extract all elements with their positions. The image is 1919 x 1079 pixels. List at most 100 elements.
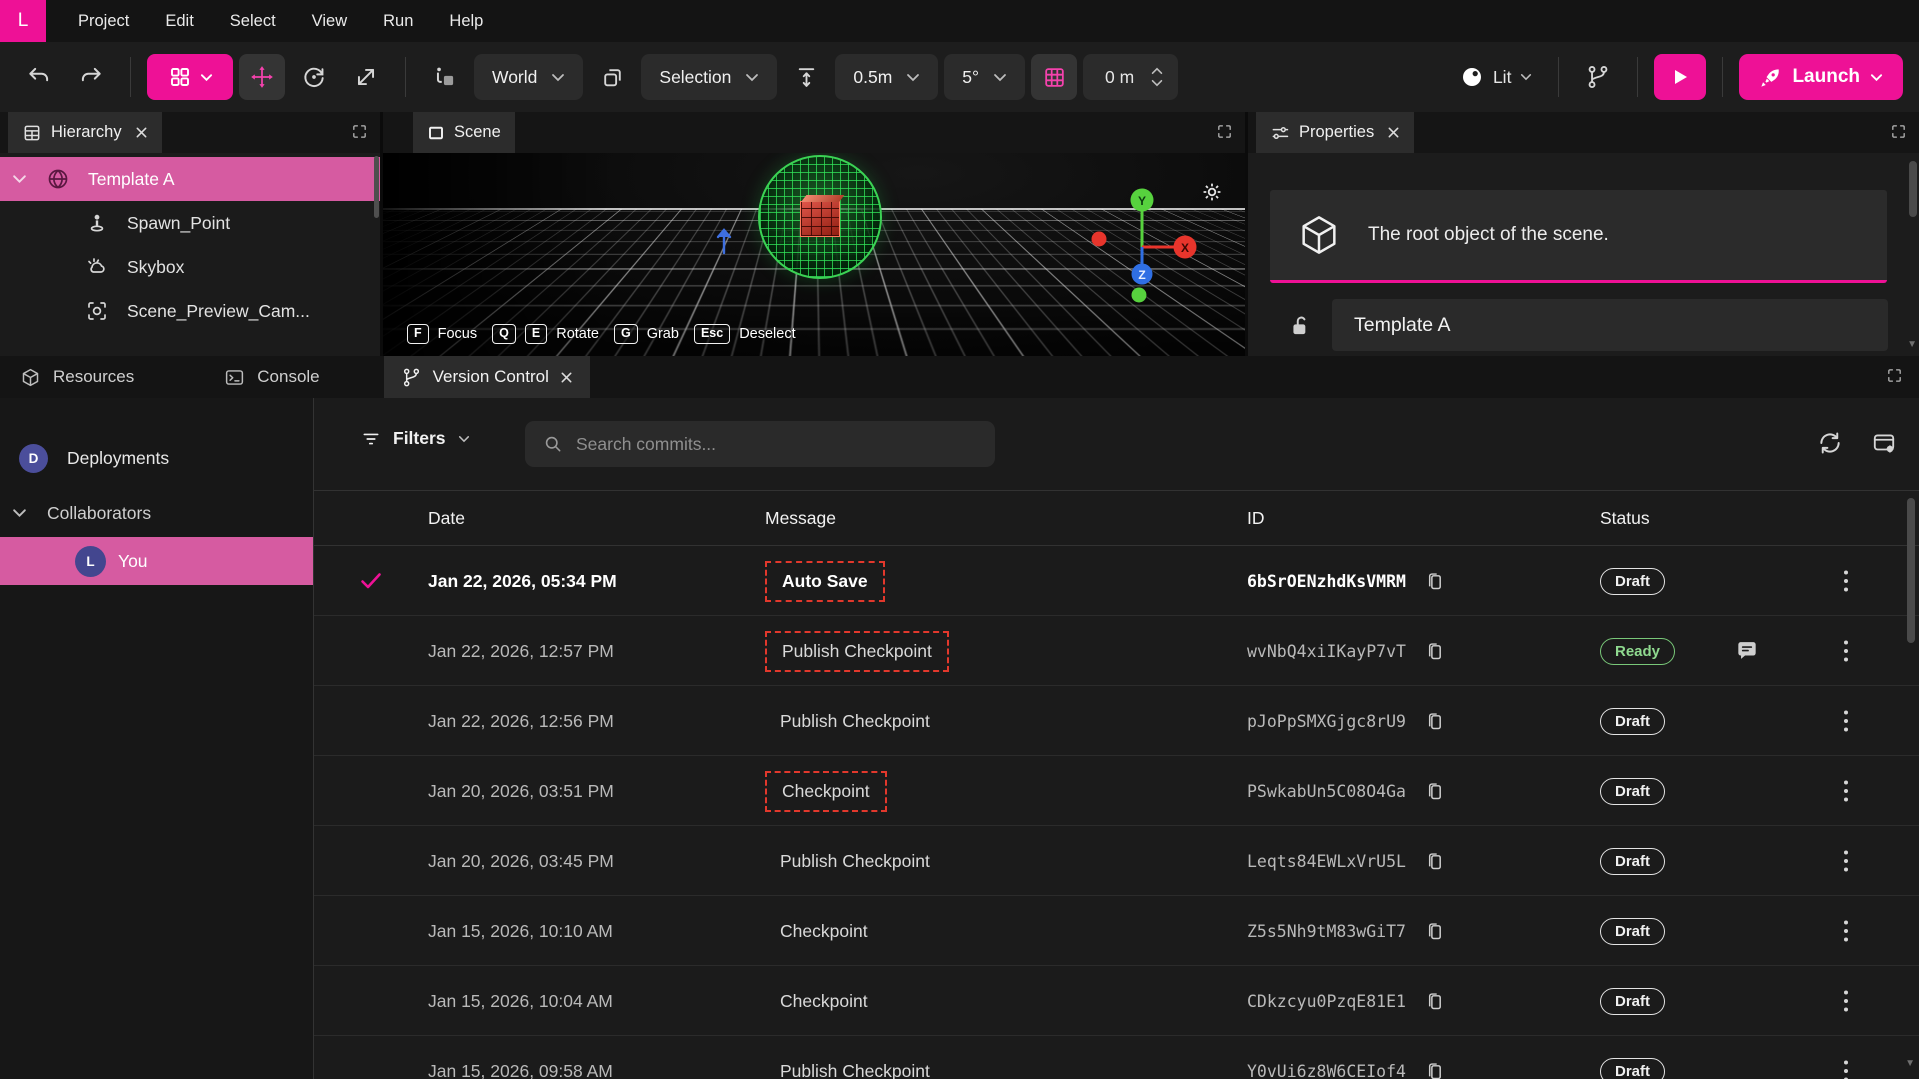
translate-gizmo-arrow[interactable] [713,225,735,255]
undo-button[interactable] [16,54,62,100]
search-commits-box[interactable] [525,421,995,467]
commit-row[interactable]: Jan 15, 2026, 10:04 AM Checkpoint CDkzcy… [314,966,1919,1036]
hierarchy-item-spawn-point[interactable]: Spawn_Point [0,201,380,245]
menu-project[interactable]: Project [60,0,147,42]
move-snap-dropdown[interactable]: 0.5m [835,54,938,100]
scrollbar-down-arrow[interactable]: ▼ [1907,339,1917,350]
menu-view[interactable]: View [294,0,365,42]
commit-message: Checkpoint [765,983,883,1020]
tab-resources[interactable]: Resources [0,367,154,388]
copy-id-button[interactable] [1424,921,1445,942]
app-logo[interactable]: L [0,0,46,42]
sidebar-item-label: You [118,551,148,572]
commit-row[interactable]: Jan 22, 2026, 05:34 PM Auto Save 6bSrOEN… [314,546,1919,616]
expand-panel-icon[interactable] [1216,123,1233,140]
selected-sphere-object[interactable] [758,155,882,279]
hierarchy-item-template-a[interactable]: Template A [0,157,380,201]
close-tab-icon[interactable] [560,371,573,384]
tab-properties[interactable]: Properties [1256,112,1414,153]
duplicate-instance-button[interactable] [422,54,468,100]
hierarchy-item-skybox[interactable]: Skybox [0,245,380,289]
hierarchy-item-scene-preview-cam[interactable]: Scene_Preview_Cam... [0,289,380,333]
expand-panel-icon[interactable] [351,123,368,140]
row-menu-kebab-icon[interactable] [1832,1054,1860,1079]
filters-dropdown[interactable]: Filters [361,428,470,449]
row-menu-kebab-icon[interactable] [1832,844,1860,878]
row-menu-kebab-icon[interactable] [1832,634,1860,668]
tab-console[interactable]: Console [204,367,339,388]
tab-scene[interactable]: Scene [413,112,515,153]
menu-help[interactable]: Help [431,0,501,42]
chevron-down-icon[interactable] [12,174,28,184]
shading-mode-dropdown[interactable]: Lit [1450,65,1542,89]
scene-viewport[interactable]: Y X Z F Focus Q E Rotate G Gra [383,153,1245,356]
menu-edit[interactable]: Edit [147,0,211,42]
sidebar-item-collaborators[interactable]: Collaborators [0,489,313,537]
viewport-hint-bar: F Focus Q E Rotate G Grab Esc Deselect [407,324,802,344]
vertical-snap-button[interactable] [783,54,829,100]
stepper-down-icon[interactable] [1150,79,1164,87]
lock-open-icon[interactable] [1288,313,1314,339]
close-tab-icon[interactable] [1387,126,1400,139]
transform-space-dropdown[interactable]: World [474,54,583,100]
red-cube-object[interactable] [800,201,840,237]
row-menu-kebab-icon[interactable] [1832,914,1860,948]
row-menu-kebab-icon[interactable] [1832,984,1860,1018]
rotate-snap-value: 5° [962,67,979,88]
expand-panel-icon[interactable] [1890,123,1907,140]
move-tool-button[interactable] [239,54,285,100]
object-name-field[interactable] [1332,299,1888,351]
asset-library-button[interactable] [147,54,233,100]
row-menu-kebab-icon[interactable] [1832,774,1860,808]
tab-hierarchy[interactable]: Hierarchy [8,112,162,153]
search-commits-input[interactable] [576,434,977,455]
play-button[interactable] [1654,54,1706,100]
sidebar-item-deployments[interactable]: D Deployments [0,434,313,482]
commit-settings-button[interactable] [1871,430,1897,456]
copy-id-button[interactable] [1424,711,1445,732]
commit-row[interactable]: Jan 15, 2026, 09:58 AM Publish Checkpoin… [314,1036,1919,1079]
stepper-up-icon[interactable] [1150,67,1164,75]
orientation-gizmo[interactable]: Y X Z [1077,181,1207,311]
editor-window: L Project Edit Select View Run Help [0,0,1919,1079]
redo-button[interactable] [68,54,114,100]
copy-id-button[interactable] [1424,851,1445,872]
copy-id-button[interactable] [1424,781,1445,802]
pivot-mode-button[interactable] [589,54,635,100]
row-menu-kebab-icon[interactable] [1832,704,1860,738]
menu-run[interactable]: Run [365,0,431,42]
launch-button[interactable]: Launch [1739,54,1903,100]
row-menu-kebab-icon[interactable] [1832,564,1860,598]
commit-row[interactable]: Jan 20, 2026, 03:51 PM Checkpoint PSwkab… [314,756,1919,826]
close-tab-icon[interactable] [135,126,148,139]
commit-row[interactable]: Jan 22, 2026, 12:57 PM Publish Checkpoin… [314,616,1919,686]
filter-icon [361,429,381,449]
version-control-button[interactable] [1575,54,1621,100]
commit-row[interactable]: Jan 22, 2026, 12:56 PM Publish Checkpoin… [314,686,1919,756]
grid-snap-toggle[interactable] [1031,54,1077,100]
scale-tool-button[interactable] [343,54,389,100]
rotate-tool-button[interactable] [291,54,337,100]
rotate-snap-dropdown[interactable]: 5° [944,54,1025,100]
copy-id-button[interactable] [1424,1061,1445,1079]
sidebar-item-you[interactable]: L You [0,537,313,585]
copy-id-button[interactable] [1424,641,1445,662]
menu-select[interactable]: Select [212,0,294,42]
viewport-settings-gear-icon[interactable] [1201,181,1223,203]
commit-row[interactable]: Jan 20, 2026, 03:45 PM Publish Checkpoin… [314,826,1919,896]
copy-id-button[interactable] [1424,571,1445,592]
properties-scrollbar[interactable] [1909,161,1917,217]
commit-message: Publish Checkpoint [765,843,945,880]
commit-row[interactable]: Jan 15, 2026, 10:10 AM Checkpoint Z5s5Nh… [314,896,1919,966]
scrollbar-down-arrow[interactable]: ▼ [1905,1058,1915,1069]
comment-icon[interactable] [1734,638,1760,664]
tab-version-control[interactable]: Version Control [384,356,590,398]
refresh-button[interactable] [1817,430,1843,456]
expand-panel-icon[interactable] [1886,367,1903,384]
play-icon [1670,67,1690,87]
copy-id-button[interactable] [1424,991,1445,1012]
elevation-stepper[interactable]: 0 m [1083,54,1178,100]
hierarchy-scrollbar[interactable] [374,156,379,218]
table-scrollbar[interactable] [1907,498,1915,643]
pivot-target-dropdown[interactable]: Selection [641,54,777,100]
